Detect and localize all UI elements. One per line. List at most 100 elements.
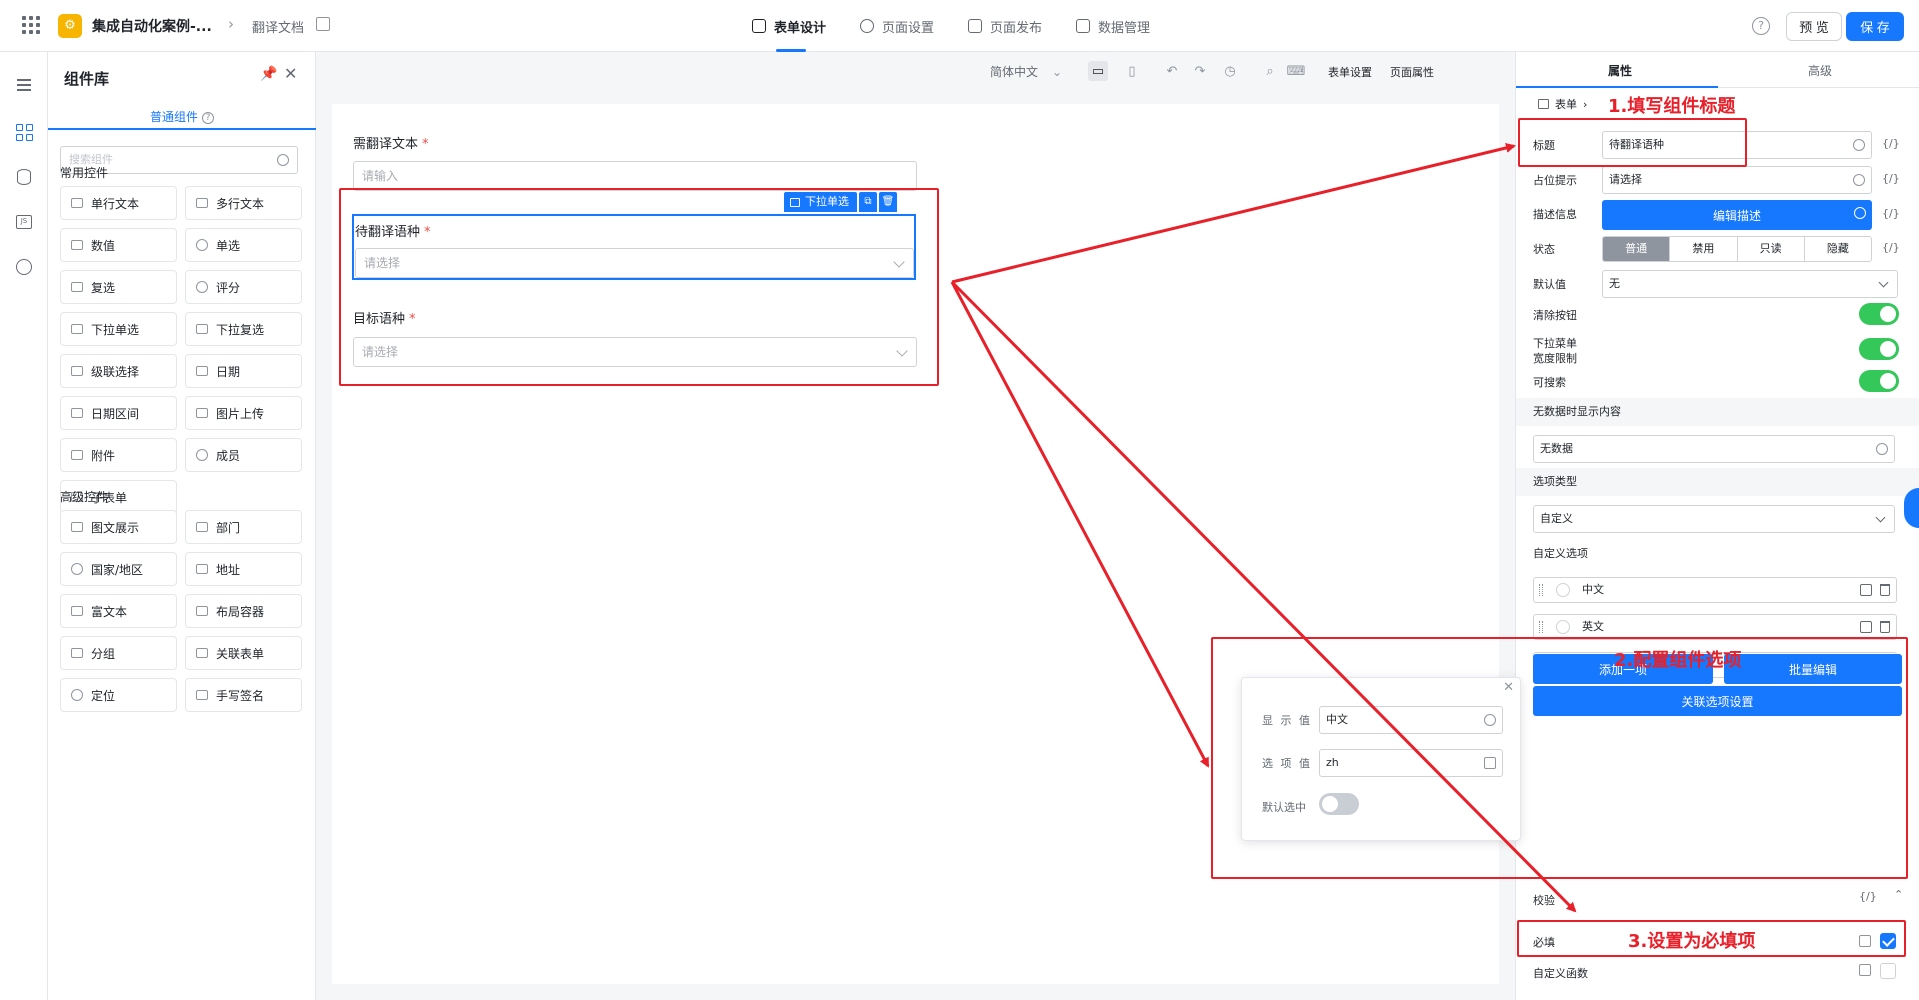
page-name[interactable]: 翻译文档 <box>252 17 304 36</box>
drag-handle-icon[interactable] <box>1539 621 1543 633</box>
help-icon[interactable]: ? <box>202 111 214 124</box>
component-cascade[interactable]: 级联选择 <box>60 354 177 388</box>
component-radio[interactable]: 单选 <box>185 228 302 262</box>
component-number[interactable]: 数值 <box>60 228 177 262</box>
component-rich-display[interactable]: 图文展示 <box>60 510 177 544</box>
component-label: 复选 <box>91 280 116 295</box>
page-properties-link[interactable]: 页面属性 <box>1390 64 1434 80</box>
edit-description-button[interactable]: 编辑描述 <box>1602 200 1872 230</box>
edit-icon[interactable] <box>1860 621 1872 633</box>
edit-icon[interactable] <box>1860 584 1872 596</box>
image-icon <box>196 408 208 418</box>
code-icon[interactable]: {/} <box>1882 137 1900 150</box>
save-button[interactable]: 保 存 <box>1846 12 1904 41</box>
globe-icon[interactable] <box>1853 174 1865 186</box>
outline-icon[interactable] <box>14 76 34 96</box>
delete-icon[interactable] <box>1880 621 1890 633</box>
globe-icon[interactable] <box>1876 443 1888 455</box>
link-form-icon <box>196 648 208 658</box>
department-icon <box>196 522 208 532</box>
redo-icon[interactable]: ↷ <box>1190 61 1210 81</box>
panel-collapse-handle[interactable] <box>1904 488 1919 528</box>
pin-icon[interactable]: 📌 <box>260 66 277 82</box>
search-icon[interactable]: ⌕ <box>1260 61 1280 81</box>
status-hidden[interactable]: 隐藏 <box>1805 237 1871 261</box>
chevron-up-icon[interactable]: ⌃ <box>1894 888 1903 901</box>
app-name[interactable]: 集成自动化案例-... <box>92 16 212 36</box>
tab-normal-components[interactable]: 普通组件? <box>48 108 316 130</box>
code-icon[interactable]: {/} <box>1882 207 1900 220</box>
source-text-input[interactable]: 请输入 <box>353 161 917 191</box>
database-icon[interactable] <box>14 167 34 187</box>
status-disabled[interactable]: 禁用 <box>1670 237 1738 261</box>
custom-function-checkbox[interactable] <box>1880 963 1896 979</box>
desktop-icon[interactable]: ▭ <box>1088 61 1108 81</box>
code-icon[interactable]: {/} <box>1882 241 1900 254</box>
tab-data-management[interactable]: 数据管理 <box>1076 0 1150 52</box>
app-grid-icon[interactable] <box>22 16 40 34</box>
language-value: 简体中文 <box>990 65 1039 79</box>
code-icon[interactable]: {/} <box>1882 172 1900 185</box>
searchable-toggle[interactable] <box>1859 370 1899 392</box>
nodata-input[interactable]: 无数据 <box>1533 435 1895 463</box>
component-address[interactable]: 地址 <box>185 552 302 586</box>
component-linked-form[interactable]: 关联表单 <box>185 636 302 670</box>
default-value-select[interactable]: 无 <box>1602 270 1898 298</box>
option-row[interactable]: 中文 <box>1533 577 1897 603</box>
radio-icon[interactable] <box>1556 620 1570 634</box>
chevron-down-icon <box>1878 277 1889 288</box>
component-rich-text[interactable]: 富文本 <box>60 594 177 628</box>
component-signature[interactable]: 手写签名 <box>185 678 302 712</box>
help-icon[interactable]: ? <box>1752 17 1770 35</box>
component-location[interactable]: 定位 <box>60 678 177 712</box>
status-readonly[interactable]: 只读 <box>1738 237 1805 261</box>
tab-page-publish[interactable]: 页面发布 <box>968 0 1042 52</box>
user-icon <box>196 449 208 461</box>
component-attachment[interactable]: 附件 <box>60 438 177 472</box>
component-multi-line-text[interactable]: 多行文本 <box>185 186 302 220</box>
undo-icon[interactable]: ↶ <box>1162 61 1182 81</box>
description-label: 描述信息 <box>1533 208 1577 221</box>
form-settings-link[interactable]: 表单设置 <box>1328 64 1372 80</box>
tab-page-settings[interactable]: 页面设置 <box>860 0 934 52</box>
mobile-icon[interactable]: ▯ <box>1122 61 1142 81</box>
component-dropdown-multi[interactable]: 下拉复选 <box>185 312 302 346</box>
language-select[interactable]: 简体中文 ⌄ <box>990 63 1062 80</box>
dropdown-width-toggle[interactable] <box>1859 338 1899 360</box>
history-icon[interactable]: ◷ <box>1220 61 1240 81</box>
preview-button[interactable]: 预 览 <box>1786 12 1842 41</box>
close-icon[interactable]: ✕ <box>284 64 297 83</box>
component-date[interactable]: 日期 <box>185 354 302 388</box>
component-single-line-text[interactable]: 单行文本 <box>60 186 177 220</box>
component-layout[interactable]: 布局容器 <box>185 594 302 628</box>
drag-handle-icon[interactable] <box>1539 584 1543 596</box>
component-department[interactable]: 部门 <box>185 510 302 544</box>
component-date-range[interactable]: 日期区间 <box>60 396 177 430</box>
placeholder-input[interactable]: 请选择 <box>1602 166 1872 194</box>
clear-button-toggle[interactable] <box>1859 303 1899 325</box>
component-checkbox[interactable]: 复选 <box>60 270 177 304</box>
radio-icon[interactable] <box>1556 583 1570 597</box>
component-member[interactable]: 成员 <box>185 438 302 472</box>
component-country[interactable]: 国家/地区 <box>60 552 177 586</box>
globe-icon[interactable] <box>14 257 34 277</box>
code-icon[interactable]: {/} <box>1859 890 1877 903</box>
js-icon[interactable]: JS <box>14 212 34 232</box>
edit-icon[interactable] <box>316 17 330 31</box>
panel-breadcrumb[interactable]: 表单 › <box>1538 96 1587 112</box>
status-normal[interactable]: 普通 <box>1603 237 1671 261</box>
tab-advanced[interactable]: 高级 <box>1808 62 1832 79</box>
keyboard-icon[interactable]: ⌨ <box>1286 61 1306 81</box>
status-segmented: 普通 禁用 只读 隐藏 <box>1602 236 1872 262</box>
tab-properties[interactable]: 属性 <box>1608 62 1632 79</box>
globe-icon[interactable] <box>1853 139 1865 151</box>
delete-icon[interactable] <box>1880 584 1890 596</box>
option-type-select[interactable]: 自定义 <box>1533 505 1895 533</box>
component-image-upload[interactable]: 图片上传 <box>185 396 302 430</box>
component-dropdown-single[interactable]: 下拉单选 <box>60 312 177 346</box>
edit-icon[interactable] <box>1859 964 1871 976</box>
components-icon[interactable] <box>14 122 34 142</box>
tab-form-design[interactable]: 表单设计 <box>752 0 826 52</box>
component-group[interactable]: 分组 <box>60 636 177 670</box>
component-rating[interactable]: 评分 <box>185 270 302 304</box>
